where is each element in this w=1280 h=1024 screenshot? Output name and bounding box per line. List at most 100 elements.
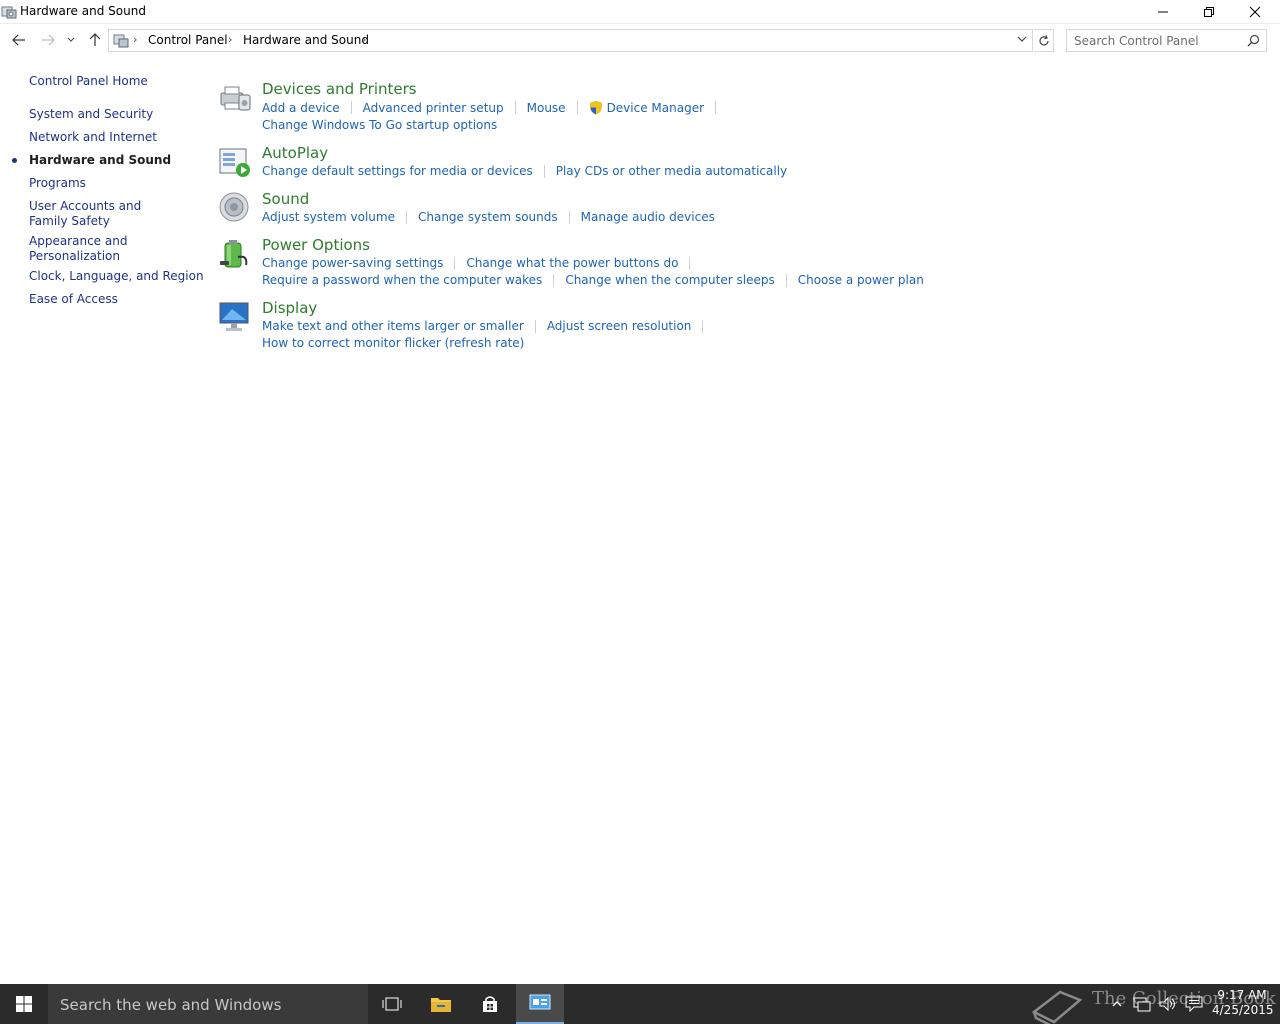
- link-divider: [576, 101, 578, 114]
- speaker-icon: [219, 192, 249, 222]
- link-divider: [702, 319, 704, 333]
- taskbar-search-placeholder: Search the web and Windows: [60, 996, 282, 1014]
- taskbar-search-box[interactable]: Search the web and Windows: [48, 984, 368, 1024]
- link-change-default-media-settings[interactable]: Change default settings for media or dev…: [262, 164, 533, 178]
- file-explorer-button[interactable]: [417, 984, 465, 1024]
- clock[interactable]: 9:17 AM 4/25/2015: [1212, 988, 1274, 1018]
- link-make-text-larger[interactable]: Make text and other items larger or smal…: [262, 319, 524, 333]
- minimize-button[interactable]: [1140, 0, 1186, 24]
- title-bar: Hardware and Sound: [0, 0, 1280, 24]
- forward-arrow-icon: [42, 34, 55, 46]
- link-windows-to-go-startup[interactable]: Change Windows To Go startup options: [262, 118, 497, 132]
- volume-tray-button[interactable]: [1156, 984, 1180, 1024]
- link-adjust-system-volume[interactable]: Adjust system volume: [262, 210, 395, 224]
- link-divider: [568, 210, 570, 224]
- search-input[interactable]: [1067, 30, 1243, 51]
- book-watermark-icon: [1031, 990, 1083, 1024]
- link-divider: [553, 273, 555, 287]
- category-title-devices-and-printers[interactable]: Devices and Printers: [262, 80, 417, 98]
- link-change-power-buttons[interactable]: Change what the power buttons do: [466, 256, 678, 270]
- monitor-icon: [219, 302, 249, 331]
- link-divider: [785, 273, 787, 287]
- search-box[interactable]: [1066, 29, 1267, 52]
- sidebar-item-ease-of-access[interactable]: Ease of Access: [29, 292, 118, 307]
- control-panel-taskbar-button[interactable]: [516, 984, 564, 1024]
- address-dropdown-button[interactable]: [1016, 33, 1030, 47]
- store-bag-icon: [483, 996, 497, 1012]
- chevron-down-icon: [1017, 36, 1027, 42]
- breadcrumb-hardware-and-sound[interactable]: Hardware and Sound: [243, 33, 369, 47]
- link-play-cds-automatically[interactable]: Play CDs or other media automatically: [556, 164, 787, 178]
- link-choose-power-plan[interactable]: Choose a power plan: [798, 273, 924, 287]
- autoplay-icon: [219, 148, 250, 177]
- breadcrumb-separator-icon: ›: [133, 33, 138, 46]
- clock-time: 9:17 AM: [1217, 988, 1267, 1002]
- show-hidden-icons-button[interactable]: [1108, 984, 1126, 1024]
- control-panel-location-icon: [113, 34, 129, 48]
- refresh-button[interactable]: [1034, 29, 1054, 52]
- link-divider: [543, 164, 545, 178]
- link-advanced-printer-setup[interactable]: Advanced printer setup: [363, 101, 504, 115]
- breadcrumb-separator-icon: ›: [228, 33, 233, 46]
- sidebar-item-clock-language-region[interactable]: Clock, Language, and Region: [29, 269, 204, 284]
- task-view-button[interactable]: [368, 984, 416, 1024]
- links-row: Add a device Advanced printer setup Mous…: [262, 100, 727, 115]
- chevron-up-icon: [1112, 1001, 1122, 1007]
- store-button[interactable]: [466, 984, 514, 1024]
- up-button[interactable]: [85, 31, 105, 49]
- sidebar-item-appearance[interactable]: Appearance and Personalization: [29, 234, 139, 264]
- search-icon[interactable]: [1247, 34, 1260, 47]
- recent-locations-button[interactable]: [63, 31, 79, 49]
- sidebar-item-system-and-security[interactable]: System and Security: [29, 107, 153, 122]
- refresh-icon: [1038, 34, 1049, 45]
- link-divider: [534, 319, 536, 333]
- link-divider: [689, 256, 691, 270]
- link-adjust-screen-resolution[interactable]: Adjust screen resolution: [547, 319, 692, 333]
- link-change-sleep-time[interactable]: Change when the computer sleeps: [565, 273, 774, 287]
- restore-button[interactable]: [1186, 0, 1232, 24]
- category-title-power-options[interactable]: Power Options: [262, 236, 370, 254]
- breadcrumb-control-panel[interactable]: Control Panel: [148, 33, 228, 47]
- links-row: Require a password when the computer wak…: [262, 273, 924, 287]
- link-divider: [715, 101, 717, 114]
- category-title-display[interactable]: Display: [262, 299, 317, 317]
- link-monitor-flicker[interactable]: How to correct monitor flicker (refresh …: [262, 336, 524, 350]
- up-arrow-icon: [89, 33, 101, 46]
- sidebar-item-programs[interactable]: Programs: [29, 176, 86, 191]
- control-panel-icon: [1, 6, 17, 19]
- address-bar[interactable]: › Control Panel › Hardware and Sound ›: [108, 29, 1033, 52]
- link-divider: [454, 256, 456, 270]
- clock-date: 4/25/2015: [1212, 1003, 1274, 1017]
- taskbar: Search the web and Windows The Collectio…: [0, 984, 1280, 1024]
- link-manage-audio-devices[interactable]: Manage audio devices: [581, 210, 715, 224]
- sidebar-item-user-accounts[interactable]: User Accounts and Family Safety: [29, 199, 179, 229]
- window-title: Hardware and Sound: [20, 4, 146, 18]
- link-mouse[interactable]: Mouse: [527, 101, 566, 115]
- link-add-a-device[interactable]: Add a device: [262, 101, 340, 115]
- link-device-manager[interactable]: Device Manager: [607, 101, 704, 115]
- chevron-down-icon: [67, 37, 75, 42]
- breadcrumb-separator-icon: ›: [362, 33, 367, 46]
- category-title-sound[interactable]: Sound: [262, 190, 309, 208]
- start-button[interactable]: [0, 984, 48, 1024]
- active-item-bullet-icon: [12, 158, 17, 163]
- link-divider: [350, 101, 352, 114]
- link-divider: [405, 210, 407, 224]
- close-icon: [1249, 6, 1261, 18]
- link-change-system-sounds[interactable]: Change system sounds: [418, 210, 558, 224]
- link-change-power-saving-settings[interactable]: Change power-saving settings: [262, 256, 443, 270]
- task-view-icon: [382, 997, 402, 1011]
- notification-icon: [1185, 996, 1203, 1012]
- sidebar-item-control-panel-home[interactable]: Control Panel Home: [29, 74, 148, 89]
- category-title-autoplay[interactable]: AutoPlay: [262, 144, 328, 162]
- printer-icon: [220, 86, 251, 111]
- links-row: Change default settings for media or dev…: [262, 164, 787, 178]
- sidebar-item-hardware-and-sound[interactable]: Hardware and Sound: [29, 153, 171, 168]
- sidebar-item-network-and-internet[interactable]: Network and Internet: [29, 130, 157, 145]
- close-button[interactable]: [1232, 0, 1278, 24]
- back-button[interactable]: [9, 31, 29, 49]
- link-require-password-on-wake[interactable]: Require a password when the computer wak…: [262, 273, 542, 287]
- network-tray-button[interactable]: [1130, 984, 1154, 1024]
- forward-button[interactable]: [38, 31, 58, 49]
- action-center-button[interactable]: [1182, 984, 1206, 1024]
